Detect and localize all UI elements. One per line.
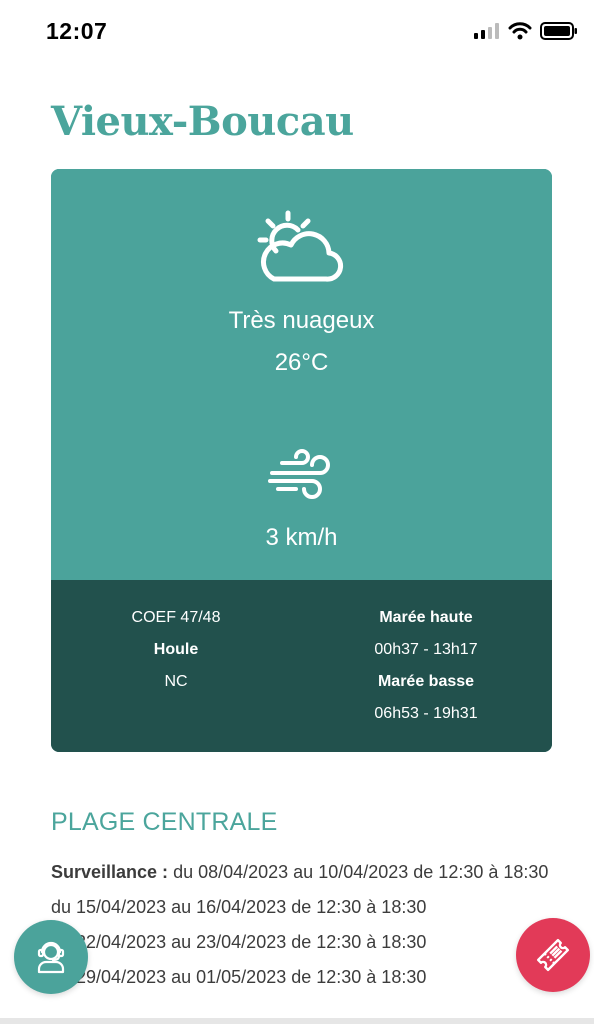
schedule-line: Surveillance : du 08/04/2023 au 10/04/20… [51,855,551,890]
low-tide-label: Marée basse [377,673,475,690]
wind-speed: 3 km/h [265,524,338,551]
support-button[interactable] [14,920,88,994]
low-tide-times: 06h53 - 19h31 [374,705,478,722]
swell-label: Houle [153,641,199,658]
tide-coefficient: COEF 47/48 [131,609,221,626]
schedule-line: du 15/04/2023 au 16/04/2023 de 12:30 à 1… [51,897,427,917]
temperature: 26°C [274,349,329,376]
schedule-line: du 22/04/2023 au 23/04/2023 de 12:30 à 1… [51,932,427,952]
bottom-edge [0,1018,594,1024]
status-icons [474,22,578,40]
cellular-signal-icon [474,23,499,39]
high-tide-times: 00h37 - 13h17 [374,641,478,658]
tide-right-column: Marée haute 00h37 - 13h17 Marée basse 06… [336,602,516,730]
tide-left-column: COEF 47/48 Houle NC [86,602,266,698]
surveillance-schedule: Surveillance : du 08/04/2023 au 10/04/20… [51,855,551,995]
high-tide-label: Marée haute [379,609,473,626]
ticket-button[interactable] [516,918,590,992]
partly-cloudy-sun-icon [257,210,344,282]
schedule-line: du 29/04/2023 au 01/05/2023 de 12:30 à 1… [51,967,427,987]
swell-value: NC [164,673,188,690]
support-agent-icon [37,941,65,974]
weather-current-panel: Très nuageux 26°C 3 km/h [51,169,552,580]
weather-card: Très nuageux 26°C 3 km/h COEF 47/48 Houl… [51,169,552,752]
wifi-icon [508,22,532,40]
page-title: Vieux-Boucau [51,98,354,145]
battery-icon [540,22,577,40]
status-time: 12:07 [46,18,108,44]
ticket-icon [536,938,570,972]
weather-condition: Très nuageux [228,307,375,334]
status-bar: 12:07 [0,0,594,62]
schedule-period: du 08/04/2023 au 10/04/2023 de 12:30 à 1… [168,862,549,882]
wind-icon [268,449,330,499]
beach-title: PLAGE CENTRALE [51,808,278,836]
surveillance-label: Surveillance : [51,862,169,882]
